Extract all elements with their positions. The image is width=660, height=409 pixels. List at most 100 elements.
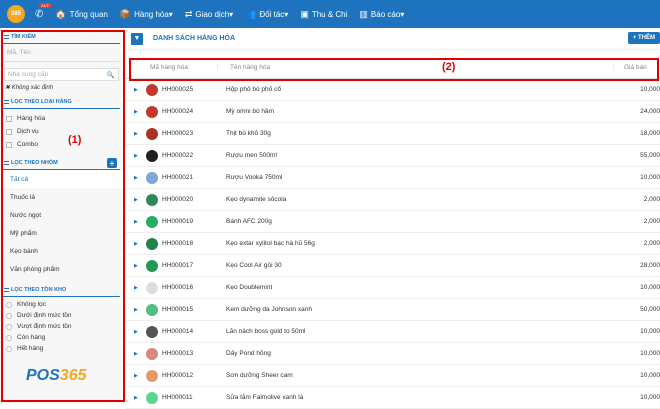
- table-row[interactable]: ▶ HH000018 Kẹo extar xylitol bạc hà hũ 56g…: [126, 233, 660, 255]
- product-code: HH000015: [162, 306, 194, 313]
- table-row[interactable]: ▶ HH000023 Thịt bò khô 30g 18,000: [126, 123, 660, 145]
- phone-icon[interactable]: ✆ 24/7: [35, 2, 51, 20]
- pos365-logo: POS 365: [26, 367, 87, 385]
- product-name: Rượu men 500ml: [226, 152, 277, 159]
- table-row[interactable]: ▶ HH000017 Kẹo Cool Air gói 30 28,000: [126, 255, 660, 277]
- nav-item-3[interactable]: 👥 Đối tác ▾: [245, 9, 288, 20]
- product-code: HH000019: [162, 218, 194, 225]
- stock-option[interactable]: Còn hàng: [0, 332, 123, 343]
- expand-arrow-icon[interactable]: ▶: [134, 373, 138, 379]
- group-item[interactable]: Mỹ phẩm: [0, 224, 123, 242]
- stock-option[interactable]: Vượt định mức tồn: [0, 321, 123, 332]
- radio-button[interactable]: [6, 334, 12, 341]
- product-thumbnail: [146, 281, 158, 294]
- nav-label: Thu & Chi: [311, 9, 348, 19]
- table-row[interactable]: ▶ HH000014 Lăn nách boss gold to 50ml 10,00…: [126, 321, 660, 343]
- supplier-placeholder: Nhà cung cấp: [8, 71, 49, 78]
- table-row[interactable]: ▶ HH000016 Kẹo Doublemint 10,000: [126, 277, 660, 299]
- product-code: HH000012: [162, 372, 194, 379]
- type-option[interactable]: Hàng hóa: [0, 112, 123, 125]
- table-row[interactable]: ▶ HH000025 Hộp phô bò phố cổ 10,000: [126, 79, 660, 101]
- chart-icon: ▥: [359, 8, 368, 19]
- expand-arrow-icon[interactable]: ▶: [134, 285, 138, 291]
- supplier-unknown-option[interactable]: ✖ Không xác định: [0, 83, 123, 92]
- product-thumbnail: [146, 171, 158, 184]
- group-item-label: Kẹo bánh: [10, 247, 38, 255]
- expand-arrow-icon[interactable]: ▶: [134, 131, 138, 137]
- expand-arrow-icon[interactable]: ▶: [134, 109, 138, 115]
- checkbox[interactable]: [6, 115, 12, 122]
- table-row[interactable]: ▶ HH000011 Sữa tắm Falmolive xanh lá 10,000: [126, 387, 660, 409]
- add-group-button[interactable]: +: [107, 158, 117, 168]
- expand-arrow-icon[interactable]: ▶: [134, 307, 138, 313]
- expand-arrow-icon[interactable]: ▶: [134, 219, 138, 225]
- expand-arrow-icon[interactable]: ▶: [134, 263, 138, 269]
- nav-item-5[interactable]: ▥ Báo cáo ▾: [359, 9, 404, 20]
- divider: [3, 43, 120, 44]
- nav-item-4[interactable]: ▣ Thu & Chi: [300, 9, 347, 20]
- checkbox[interactable]: [6, 128, 12, 135]
- nav-item-1[interactable]: 📦 Hàng hóa ▾: [120, 9, 173, 20]
- type-option[interactable]: Combo: [0, 138, 123, 151]
- nav-item-0[interactable]: 🏠 Tổng quan: [55, 9, 107, 20]
- product-code: HH000018: [162, 240, 194, 247]
- add-product-button[interactable]: + THÊM: [627, 32, 660, 44]
- group-item[interactable]: Tất cả: [0, 170, 123, 188]
- checkbox[interactable]: [6, 141, 12, 148]
- column-menu-icon[interactable]: ⋮: [654, 63, 660, 71]
- radio-button[interactable]: [6, 323, 12, 330]
- table-row[interactable]: ▶ HH000015 Kem dưỡng da Johnson xanh 50,000: [126, 299, 660, 321]
- product-thumbnail: [146, 149, 158, 162]
- expand-arrow-icon[interactable]: ▶: [134, 153, 138, 159]
- column-header-price[interactable]: Giá bán: [624, 64, 647, 71]
- radio-button[interactable]: [6, 312, 12, 319]
- product-thumbnail: [146, 83, 158, 96]
- annotation-label-1: (1): [68, 134, 82, 146]
- product-price: 10,000: [640, 394, 660, 401]
- expand-arrow-icon[interactable]: ▶: [134, 351, 138, 357]
- search-placeholder: Mã, Tên: [7, 49, 31, 56]
- group-item[interactable]: Văn phòng phẩm: [0, 260, 123, 278]
- column-menu-icon[interactable]: ⋮: [214, 63, 221, 71]
- table-row[interactable]: ▶ HH000021 Rượu Vooka 750ml 10,000: [126, 167, 660, 189]
- group-item[interactable]: Nước ngọt: [0, 206, 123, 224]
- expand-arrow-icon[interactable]: ▶: [134, 197, 138, 203]
- stock-option-label: Còn hàng: [17, 334, 46, 341]
- stock-filter-list: Không lọc Dưới định mức tồn Vượt định mức …: [0, 297, 123, 354]
- nav-item-2[interactable]: ⇄ Giao dịch ▾: [185, 9, 233, 20]
- product-code: HH000017: [162, 262, 194, 269]
- app-logo[interactable]: 365: [7, 5, 25, 23]
- expand-arrow-icon[interactable]: ▶: [134, 241, 138, 247]
- stock-option[interactable]: Dưới định mức tồn: [0, 310, 123, 321]
- expand-arrow-icon[interactable]: ▶: [134, 87, 138, 93]
- search-icon[interactable]: 🔍: [107, 71, 115, 79]
- chevron-down-icon: ▾: [168, 9, 173, 19]
- table-row[interactable]: ▶ HH000019 Bánh AFC 200g 2,000: [126, 211, 660, 233]
- stock-option[interactable]: Không lọc: [0, 299, 123, 310]
- column-header-name[interactable]: Tên hàng hóa: [230, 64, 270, 71]
- group-item[interactable]: Thuốc lá: [0, 188, 123, 206]
- table-row[interactable]: ▶ HH000013 Dây Pond hồng 10,000: [126, 343, 660, 365]
- filter-icon[interactable]: ▼: [131, 32, 143, 45]
- group-item[interactable]: Kẹo bánh: [0, 242, 123, 260]
- table-row[interactable]: ▶ HH000022 Rượu men 500ml 55,000: [126, 145, 660, 167]
- expand-arrow-icon[interactable]: ▶: [134, 395, 138, 401]
- radio-button[interactable]: [6, 301, 12, 308]
- column-header-code[interactable]: Mã hàng hóa: [150, 64, 188, 71]
- product-price: 18,000: [640, 130, 660, 137]
- stock-option[interactable]: Hết hàng: [0, 343, 123, 354]
- top-navbar: 365 ✆ 24/7 🏠 Tổng quan 📦 Hàng hóa ▾ ⇄ Giao dịc…: [0, 0, 660, 28]
- radio-button[interactable]: [6, 345, 12, 352]
- table-row[interactable]: ▶ HH000012 Sơn dưỡng Sheer cam 10,000: [126, 365, 660, 387]
- chevron-down-icon: ▾: [284, 9, 289, 19]
- chevron-down-icon: ▾: [400, 9, 405, 19]
- nav-label: Báo cáo: [370, 9, 401, 19]
- type-option[interactable]: Dịch vụ: [0, 125, 123, 138]
- expand-arrow-icon[interactable]: ▶: [134, 175, 138, 181]
- table-row[interactable]: ▶ HH000024 Mỳ omni bò hầm 24,000: [126, 101, 660, 123]
- expand-arrow-icon[interactable]: ▶: [134, 329, 138, 335]
- column-menu-icon[interactable]: ⋮: [610, 63, 617, 71]
- supplier-input[interactable]: Nhà cung cấp 🔍: [4, 68, 119, 81]
- code-name-search-input[interactable]: Mã, Tên: [4, 46, 119, 59]
- table-row[interactable]: ▶ HH000020 Kẹo dynamite sôcola 2,000: [126, 189, 660, 211]
